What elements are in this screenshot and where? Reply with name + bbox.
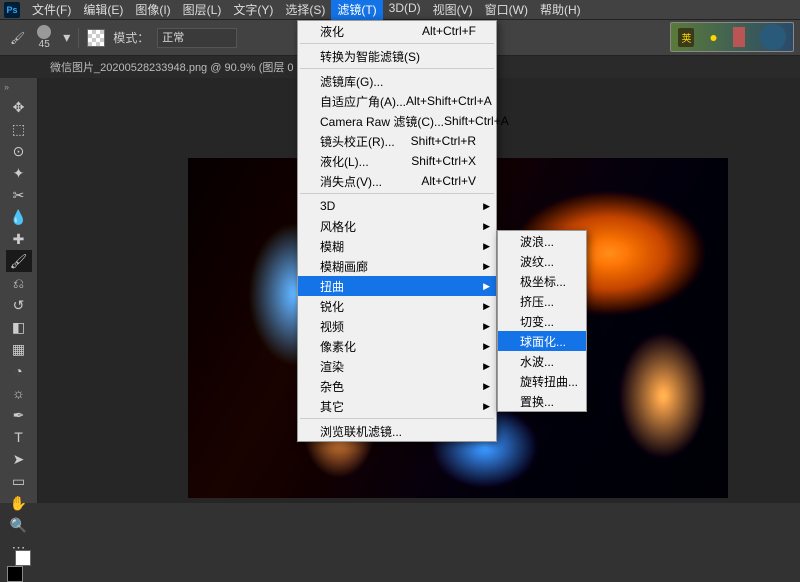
banner-graphic: [733, 27, 745, 47]
menu-item[interactable]: 选择(S): [279, 0, 331, 20]
submenu-item[interactable]: 挤压...: [498, 291, 586, 311]
gradient-tool[interactable]: ▦: [6, 338, 32, 360]
menu-item[interactable]: 文件(F): [26, 0, 77, 20]
promo-banner[interactable]: 荚 ●: [670, 22, 794, 52]
menu-item-last-filter[interactable]: 液化Alt+Ctrl+F: [298, 21, 496, 41]
menu-item-submenu[interactable]: 模糊▶: [298, 236, 496, 256]
app-icon: Ps: [4, 2, 20, 18]
menu-item-submenu[interactable]: 渲染▶: [298, 356, 496, 376]
menu-item[interactable]: Camera Raw 滤镜(C)...Shift+Ctrl+A: [298, 111, 496, 131]
menu-item[interactable]: 帮助(H): [534, 0, 587, 20]
menu-item-browse-online[interactable]: 浏览联机滤镜...: [298, 421, 496, 441]
menu-item[interactable]: 编辑(E): [77, 0, 129, 20]
type-tool[interactable]: T: [6, 426, 32, 448]
menu-item-convert-smart[interactable]: 转换为智能滤镜(S): [298, 46, 496, 66]
submenu-item[interactable]: 置换...: [498, 391, 586, 411]
brush-size-value: 45: [39, 39, 50, 50]
submenu-item[interactable]: 极坐标...: [498, 271, 586, 291]
dodge-tool[interactable]: ☼: [6, 382, 32, 404]
menu-item[interactable]: 视图(V): [427, 0, 479, 20]
path-select-tool[interactable]: ➤: [6, 448, 32, 470]
menu-item[interactable]: 液化(L)...Shift+Ctrl+X: [298, 151, 496, 171]
blur-tool[interactable]: ◔: [6, 360, 32, 382]
menu-item-submenu[interactable]: 扭曲▶: [298, 276, 496, 296]
foreground-swatch[interactable]: [7, 566, 23, 582]
chevron-down-icon[interactable]: ▾: [63, 29, 70, 46]
menubar: Ps 文件(F)编辑(E)图像(I)图层(L)文字(Y)选择(S)滤镜(T)3D…: [0, 0, 800, 20]
submenu-item[interactable]: 切变...: [498, 311, 586, 331]
submenu-item[interactable]: 水波...: [498, 351, 586, 371]
pen-tool[interactable]: ✒: [6, 404, 32, 426]
menu-item[interactable]: 镜头校正(R)...Shift+Ctrl+R: [298, 131, 496, 151]
rectangle-tool[interactable]: ▭: [6, 470, 32, 492]
distort-submenu: 波浪...波纹...极坐标...挤压...切变...球面化...水波...旋转扭…: [497, 230, 587, 412]
brush-panel-toggle[interactable]: [87, 29, 105, 47]
mode-label: 模式：: [113, 29, 149, 46]
brush-tool[interactable]: 🖌: [6, 250, 32, 272]
eyedropper-tool[interactable]: 💧: [6, 206, 32, 228]
clone-tool[interactable]: ⎌: [6, 272, 32, 294]
move-tool[interactable]: ✥: [6, 96, 32, 118]
brush-preview-icon[interactable]: [37, 25, 51, 39]
banner-text: 荚: [678, 28, 694, 47]
magic-wand-tool[interactable]: ✦: [6, 162, 32, 184]
submenu-item[interactable]: 波纹...: [498, 251, 586, 271]
menu-item-submenu[interactable]: 像素化▶: [298, 336, 496, 356]
filter-menu-dropdown: 液化Alt+Ctrl+F 转换为智能滤镜(S) 滤镜库(G)...自适应广角(A…: [297, 20, 497, 442]
menu-item[interactable]: 3D(D): [383, 0, 427, 20]
toolbox-expand-icon[interactable]: »: [4, 82, 9, 92]
menu-item-submenu[interactable]: 锐化▶: [298, 296, 496, 316]
menu-item-submenu[interactable]: 3D▶: [298, 196, 496, 216]
submenu-item[interactable]: 球面化...: [498, 331, 586, 351]
menu-item[interactable]: 图层(L): [177, 0, 228, 20]
menu-item-submenu[interactable]: 模糊画廊▶: [298, 256, 496, 276]
brush-tool-indicator: 🖌: [10, 31, 25, 45]
menu-item-submenu[interactable]: 其它▶: [298, 396, 496, 416]
menu-item[interactable]: 自适应广角(A)...Alt+Shift+Ctrl+A: [298, 91, 496, 111]
toolbox: » ✥⬚⊙✦✂💧✚🖌⎌↺◧▦◔☼✒T➤▭✋🔍⋯: [0, 78, 38, 503]
menu-item-submenu[interactable]: 视频▶: [298, 316, 496, 336]
menu-item[interactable]: 滤镜库(G)...: [298, 71, 496, 91]
blend-mode-select[interactable]: 正常: [157, 28, 237, 48]
background-swatch[interactable]: [15, 550, 31, 566]
submenu-item[interactable]: 旋转扭曲...: [498, 371, 586, 391]
crop-tool[interactable]: ✂: [6, 184, 32, 206]
banner-avatar: [760, 24, 786, 50]
zoom-tool[interactable]: 🔍: [6, 514, 32, 536]
lasso-tool[interactable]: ⊙: [6, 140, 32, 162]
hand-tool[interactable]: ✋: [6, 492, 32, 514]
menu-item[interactable]: 文字(Y): [227, 0, 279, 20]
menu-item-submenu[interactable]: 风格化▶: [298, 216, 496, 236]
menu-item[interactable]: 消失点(V)...Alt+Ctrl+V: [298, 171, 496, 191]
menu-item[interactable]: 窗口(W): [479, 0, 534, 20]
submenu-item[interactable]: 波浪...: [498, 231, 586, 251]
menu-item-submenu[interactable]: 杂色▶: [298, 376, 496, 396]
eraser-tool[interactable]: ◧: [6, 316, 32, 338]
spot-heal-tool[interactable]: ✚: [6, 228, 32, 250]
menu-item[interactable]: 图像(I): [129, 0, 176, 20]
divider: [78, 28, 79, 48]
menu-item[interactable]: 滤镜(T): [331, 0, 382, 20]
history-brush-tool[interactable]: ↺: [6, 294, 32, 316]
rect-marquee-tool[interactable]: ⬚: [6, 118, 32, 140]
